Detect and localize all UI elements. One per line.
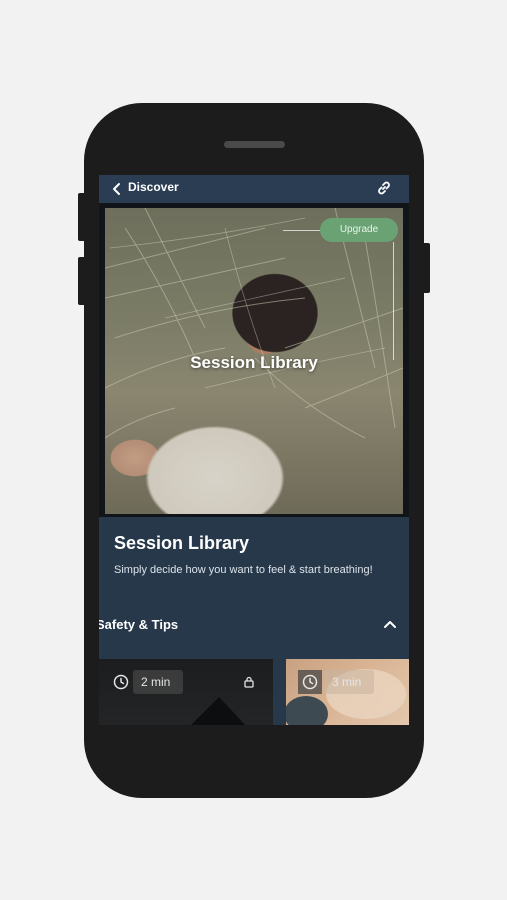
upgrade-button[interactable]: Upgrade	[320, 218, 398, 242]
hero-banner: Upgrade Session Library	[99, 203, 409, 517]
phone-speaker	[224, 141, 285, 148]
page-title: Session Library	[114, 533, 250, 553]
back-link-discover[interactable]: Discover	[128, 180, 179, 194]
clock-icon	[298, 670, 322, 694]
page-description: Simply decide how you want to feel & sta…	[114, 564, 373, 576]
top-bar: Discover	[99, 175, 409, 203]
card-thumbnail-shape	[191, 697, 246, 725]
app-screen: Discover Upgrade Session Library Session…	[99, 175, 409, 725]
hero-photo: Upgrade Session Library	[105, 208, 403, 514]
duration-badge: 3 min	[324, 670, 374, 694]
session-card[interactable]: 3 min	[286, 659, 409, 725]
link-icon[interactable]	[375, 179, 393, 197]
chevron-left-icon[interactable]	[110, 181, 124, 197]
upgrade-bracket-top	[283, 230, 320, 231]
hero-title: Session Library	[190, 353, 318, 372]
session-card[interactable]: 2 min	[99, 659, 273, 725]
upgrade-bracket-right	[393, 242, 394, 360]
chevron-up-icon[interactable]	[382, 617, 398, 631]
section-header-safety-tips[interactable]: Safety & Tips	[99, 617, 178, 632]
